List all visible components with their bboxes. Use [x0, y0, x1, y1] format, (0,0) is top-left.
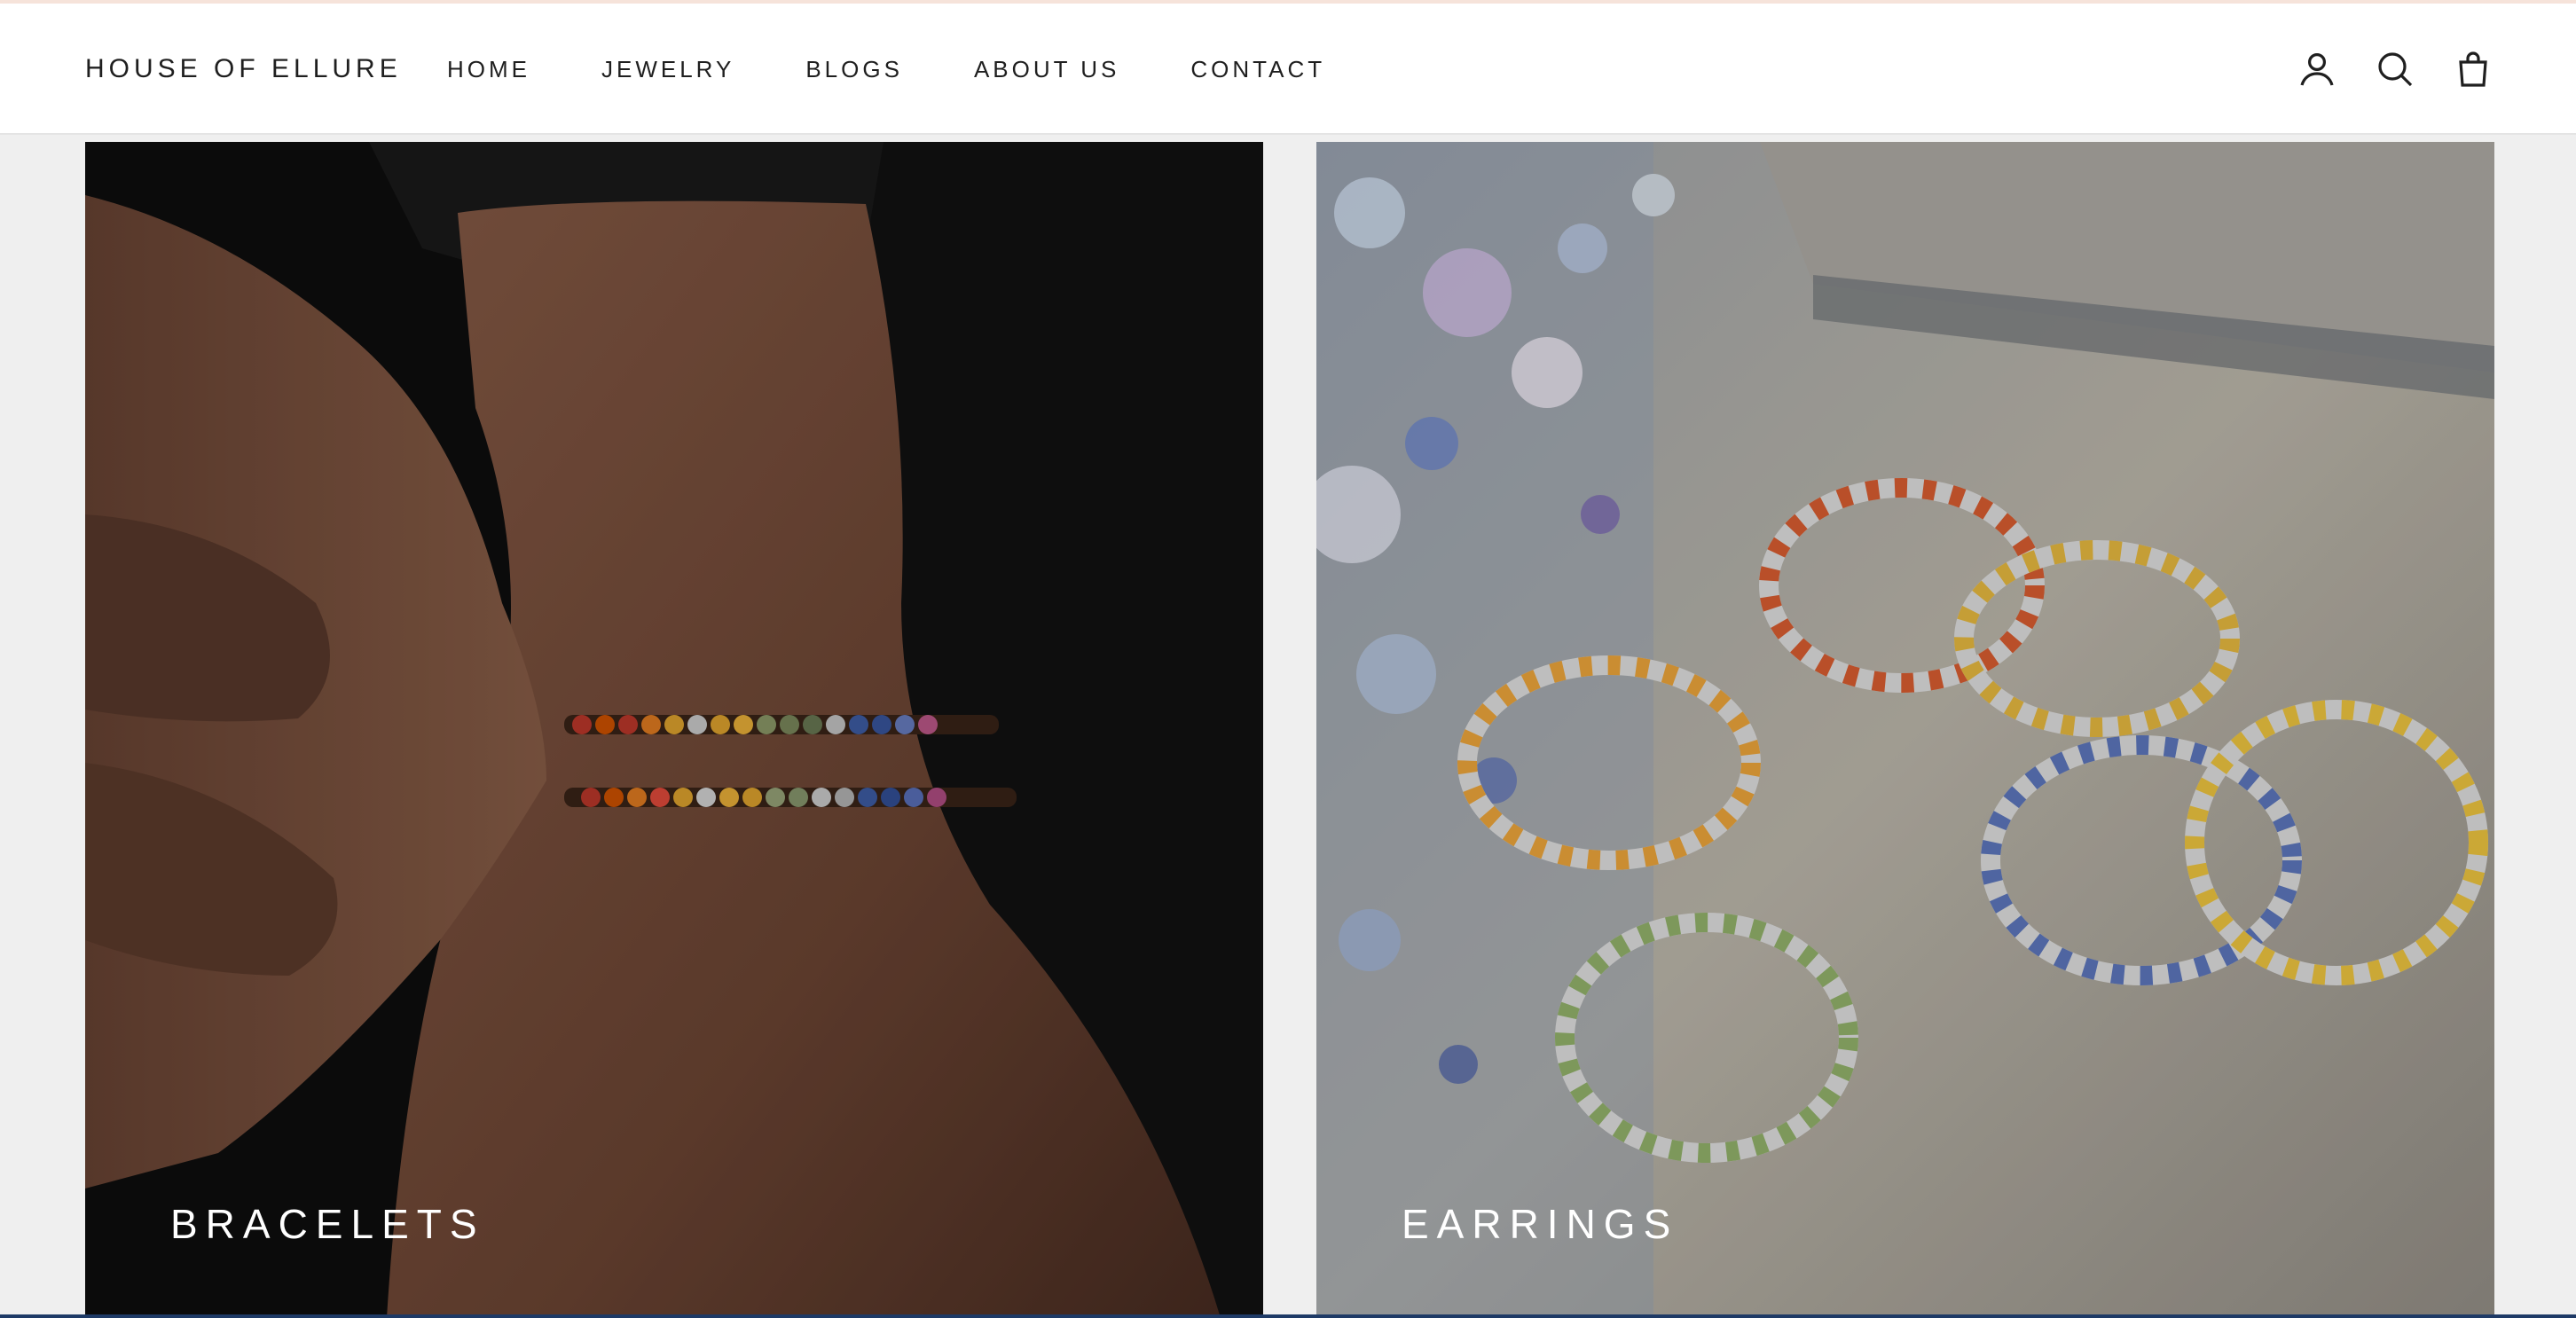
nav-jewelry[interactable]: JEWELRY [601, 55, 734, 83]
collection-bracelets[interactable]: BRACELETS [85, 142, 1263, 1318]
collection-label-earrings: EARRINGS [1402, 1201, 1679, 1247]
search-icon[interactable] [2374, 48, 2416, 90]
nav-about-us[interactable]: ABOUT US [974, 55, 1119, 83]
bracelets-image [85, 142, 1263, 1318]
nav-blogs[interactable]: BLOGS [805, 55, 903, 83]
brand-logo[interactable]: HOUSE OF ELLURE [85, 53, 402, 85]
main-nav: HOME JEWELRY BLOGS ABOUT US CONTACT [447, 55, 1396, 83]
account-icon[interactable] [2296, 48, 2338, 90]
nav-contact[interactable]: CONTACT [1190, 55, 1325, 83]
earrings-image [1316, 142, 2494, 1318]
header-icons [2296, 48, 2494, 90]
nav-home[interactable]: HOME [447, 55, 530, 83]
collection-label-bracelets: BRACELETS [170, 1201, 485, 1247]
bottom-accent-line [0, 1314, 2576, 1318]
collection-earrings[interactable]: EARRINGS [1316, 142, 2494, 1318]
cart-icon[interactable] [2452, 48, 2494, 90]
site-header: HOUSE OF ELLURE HOME JEWELRY BLOGS ABOUT… [0, 4, 2576, 135]
